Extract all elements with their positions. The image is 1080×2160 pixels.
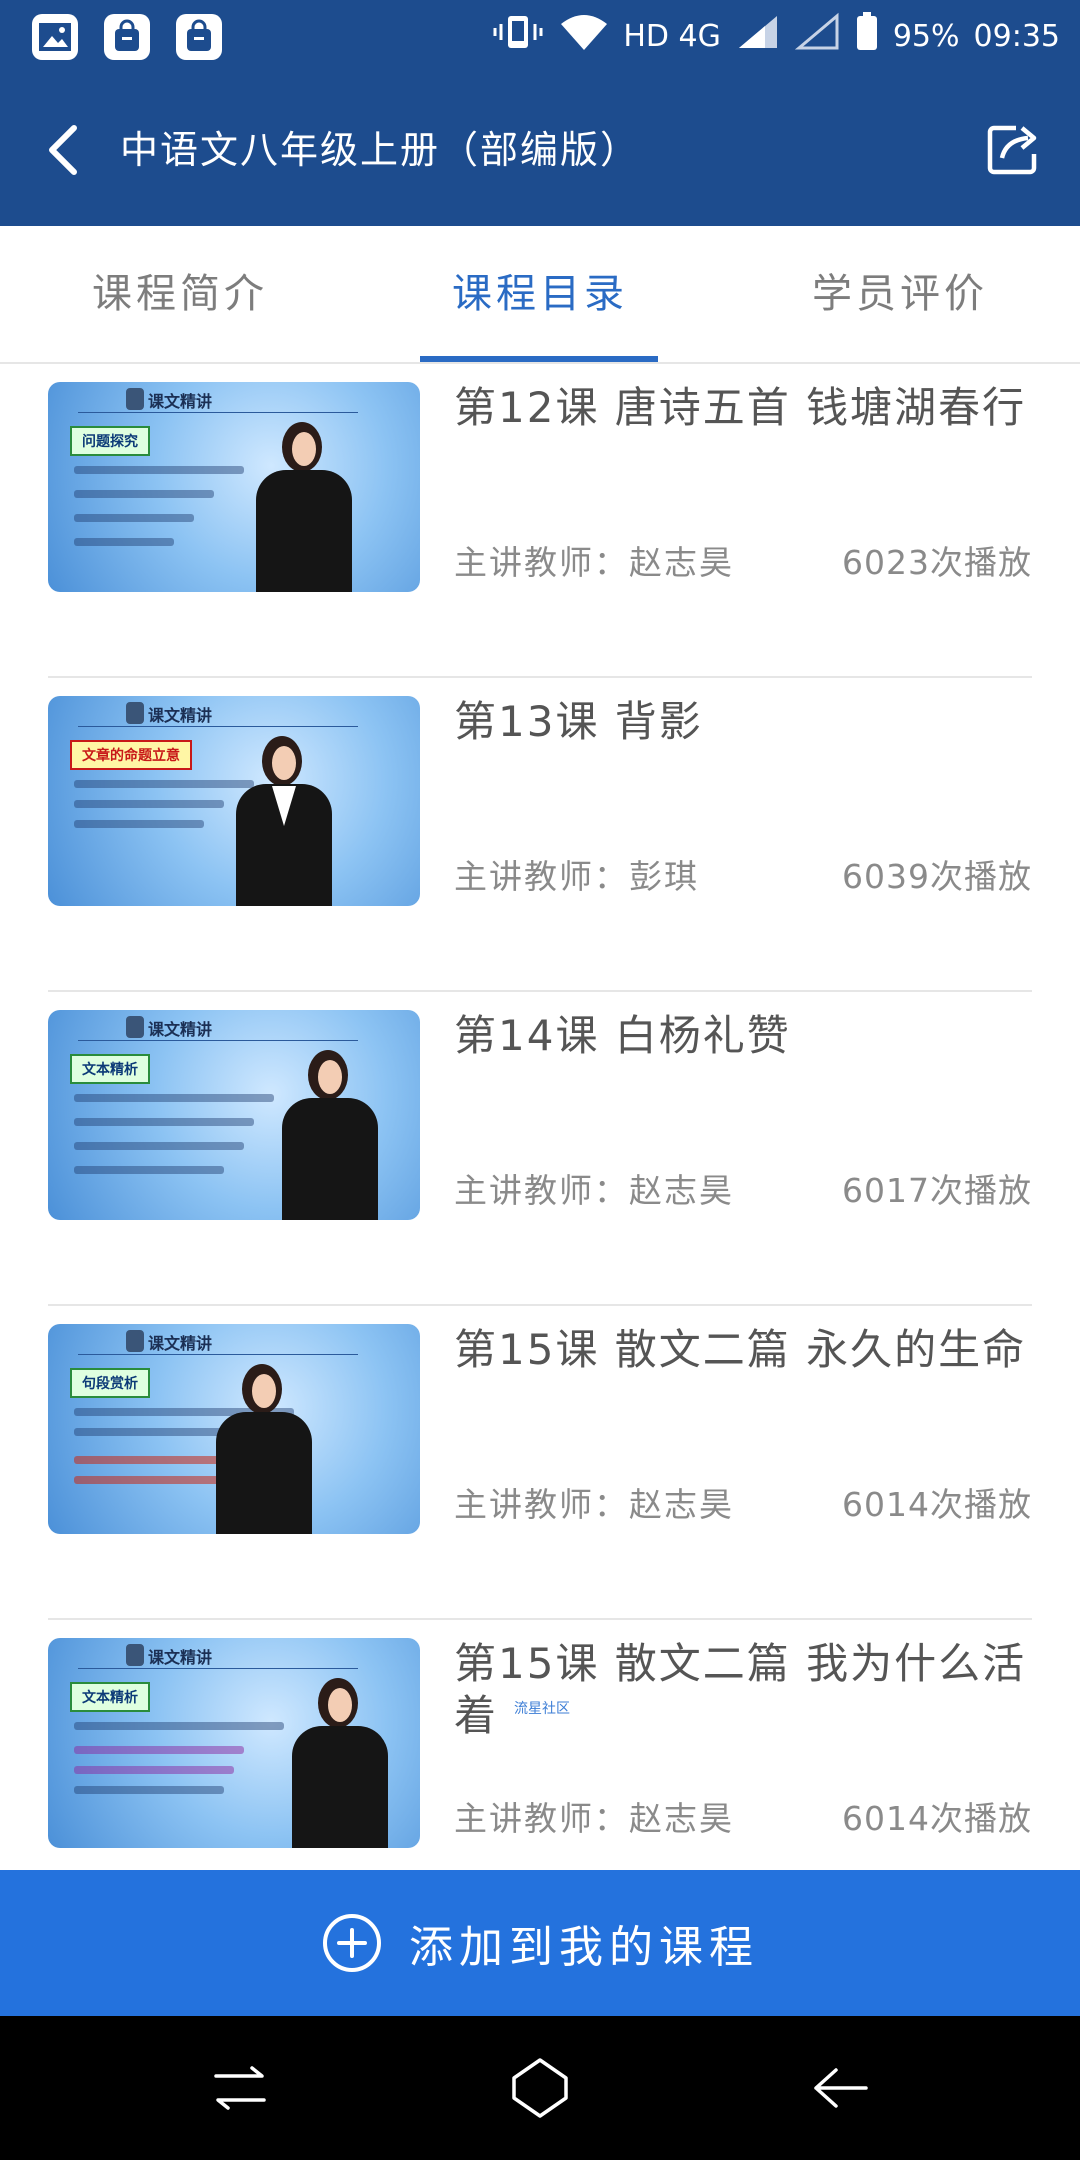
battery-percent: 95% <box>892 18 960 54</box>
thumbnail-tag: 文本精析 <box>70 1054 150 1084</box>
shopping-bag-icon <box>104 14 150 60</box>
back-nav-button[interactable] <box>808 2056 872 2120</box>
active-tab-indicator <box>420 356 658 362</box>
share-icon <box>987 125 1037 175</box>
lesson-teacher: 主讲教师：赵志昊 <box>454 1171 734 1210</box>
recent-apps-icon <box>214 2066 266 2110</box>
lesson-teacher: 主讲教师：赵志昊 <box>454 1799 734 1838</box>
thumbnail-logo <box>126 1016 144 1038</box>
system-nav-bar <box>0 2016 1080 2160</box>
list-item[interactable]: 课文精讲 文本精析 第14课 白杨礼赞 流星社区 主讲教师：赵志昊 6017次播… <box>0 992 1080 1717</box>
thumbnail-tag: 问题探究 <box>70 426 150 456</box>
thumbnail-tag: 文本精析 <box>70 1682 150 1712</box>
chevron-left-icon <box>49 125 77 175</box>
list-item[interactable]: 课文精讲 问题探究 第12课 唐诗五首 钱塘湖春行 主讲教师：赵志昊 6023次… <box>0 364 1080 678</box>
thumbnail-caption: 课文精讲 <box>148 392 213 411</box>
page-title: 中语文八年级上册（部编版） <box>120 128 641 172</box>
back-icon <box>814 2068 868 2108</box>
battery-icon <box>855 12 879 60</box>
thumbnail-logo <box>126 1644 144 1666</box>
lesson-play-count: 6017次播放 <box>842 1171 1032 1210</box>
teacher-figure <box>274 1050 384 1220</box>
app-header: 中语文八年级上册（部编版） <box>0 72 1080 226</box>
thumbnail-tag: 句段赏析 <box>70 1368 150 1398</box>
add-to-my-courses-button[interactable]: 添加到我的课程 <box>0 1870 1080 2016</box>
lesson-thumbnail[interactable]: 课文精讲 句段赏析 <box>48 1324 420 1534</box>
vibrate-icon <box>491 12 545 60</box>
teacher-figure <box>228 736 338 906</box>
lesson-play-count: 6014次播放 <box>842 1799 1032 1838</box>
list-item[interactable]: 课文精讲 句段赏析 第15课 散文二篇 永久的生命 主讲教师：赵志昊 6014次… <box>0 1306 1080 1620</box>
shopping-bag-icon <box>176 14 222 60</box>
thumbnail-caption: 课文精讲 <box>148 706 213 725</box>
lesson-play-count: 6039次播放 <box>842 857 1032 896</box>
network-type: HD 4G <box>623 18 721 54</box>
lesson-teacher: 主讲教师：彭琪 <box>454 857 699 896</box>
lesson-teacher: 主讲教师：赵志昊 <box>454 543 734 582</box>
thumbnail-caption: 课文精讲 <box>148 1648 213 1667</box>
clock: 09:35 <box>973 18 1060 54</box>
lesson-thumbnail[interactable]: 课文精讲 文章的命题立意 <box>48 696 420 906</box>
tab-course-intro[interactable]: 课程简介 <box>0 226 360 362</box>
signal-icon <box>735 12 781 60</box>
list-item[interactable]: 课文精讲 文章的命题立意 第13课 背影 主讲教师：彭琪 6039次播放 <box>0 678 1080 992</box>
lesson-title[interactable]: 第13课 背影 <box>454 696 1034 748</box>
thumbnail-tag: 文章的命题立意 <box>70 740 192 770</box>
thumbnail-logo <box>126 702 144 724</box>
gallery-icon <box>32 14 78 60</box>
status-bar: HD 4G 95% 09:35 <box>0 0 1080 72</box>
tab-bar: 课程简介 课程目录 学员评价 <box>0 226 1080 364</box>
lesson-title[interactable]: 第12课 唐诗五首 钱塘湖春行 <box>454 382 1034 434</box>
lesson-title[interactable]: 第15课 散文二篇 我为什么活着 <box>454 1638 1034 1742</box>
thumbnail-logo <box>126 388 144 410</box>
lesson-thumbnail[interactable]: 课文精讲 文本精析 <box>48 1010 420 1220</box>
back-button[interactable] <box>36 120 96 180</box>
teacher-figure <box>208 1364 318 1534</box>
thumbnail-caption: 课文精讲 <box>148 1020 213 1039</box>
home-button[interactable] <box>508 2056 572 2120</box>
signal-empty-icon <box>794 12 841 60</box>
tab-student-reviews[interactable]: 学员评价 <box>720 226 1080 362</box>
lesson-teacher: 主讲教师：赵志昊 <box>454 1485 734 1524</box>
thumbnail-logo <box>126 1330 144 1352</box>
lesson-thumbnail[interactable]: 课文精讲 问题探究 <box>48 382 420 592</box>
teacher-figure <box>248 422 358 592</box>
home-icon <box>512 2058 568 2118</box>
lesson-play-count: 6023次播放 <box>842 543 1032 582</box>
teacher-figure <box>284 1678 394 1848</box>
tab-course-catalog[interactable]: 课程目录 <box>360 226 720 362</box>
thumbnail-caption: 课文精讲 <box>148 1334 213 1353</box>
plus-circle-icon <box>323 1914 381 1972</box>
share-button[interactable] <box>982 118 1044 180</box>
wifi-icon <box>559 12 609 60</box>
lesson-title[interactable]: 第15课 散文二篇 永久的生命 <box>454 1324 1034 1376</box>
lesson-title[interactable]: 第14课 白杨礼赞 <box>454 1010 1034 1062</box>
add-button-label: 添加到我的课程 <box>409 1922 759 1973</box>
lesson-play-count: 6014次播放 <box>842 1485 1032 1524</box>
recent-apps-button[interactable] <box>208 2056 272 2120</box>
lesson-thumbnail[interactable]: 课文精讲 文本精析 <box>48 1638 420 1848</box>
